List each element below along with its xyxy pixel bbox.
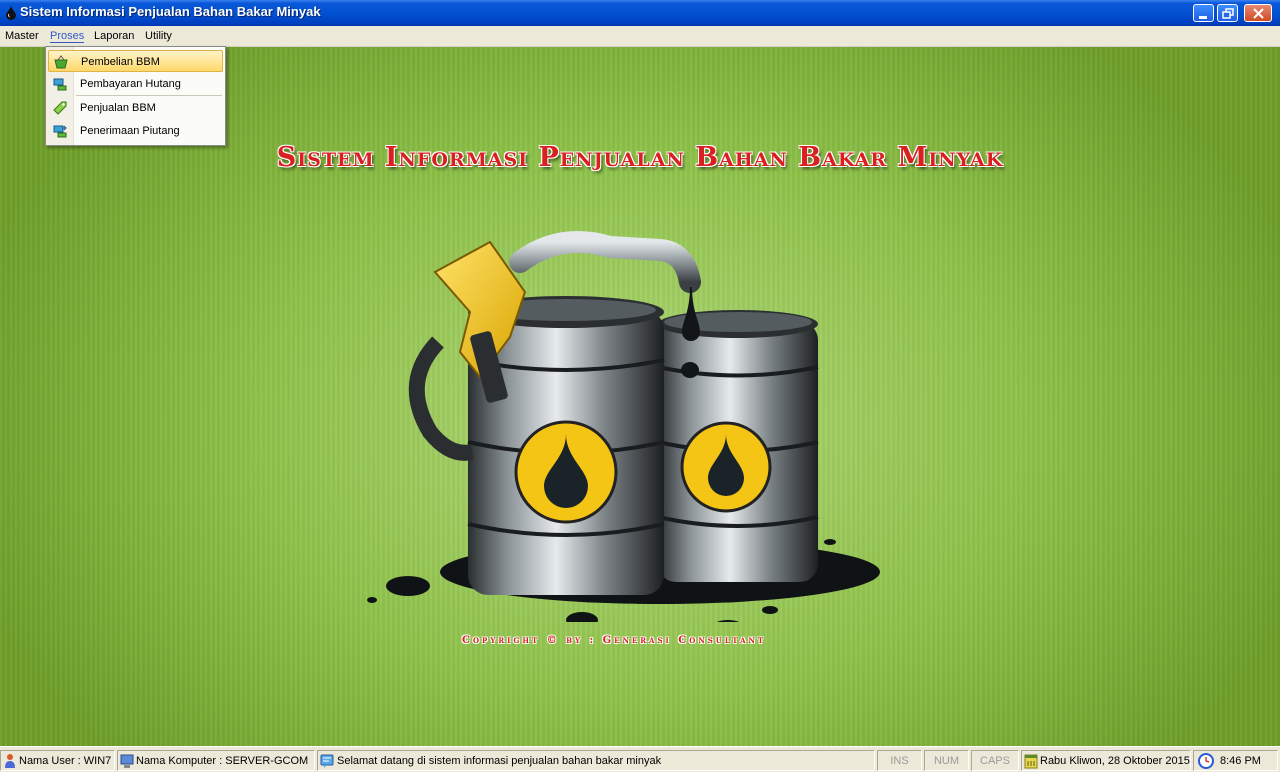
close-button[interactable]: [1244, 4, 1272, 22]
status-computer-panel: Nama Komputer : SERVER-GCOM: [117, 750, 315, 771]
status-caps-indicator: CAPS: [980, 755, 1010, 767]
menu-laporan[interactable]: Laporan: [94, 30, 134, 42]
clock-icon: [1198, 753, 1214, 769]
status-ins-indicator: INS: [890, 755, 909, 767]
menu-separator: [76, 95, 222, 96]
copyright-text: Copyright © by : Generasi Consultant: [462, 635, 767, 646]
window-title: Sistem Informasi Penjualan Bahan Bakar M…: [20, 4, 321, 19]
menu-item-label: Pembelian BBM: [81, 56, 160, 68]
title-bar[interactable]: Sistem Informasi Penjualan Bahan Bakar M…: [0, 0, 1280, 26]
proses-dropdown-menu: Pembelian BBM Pembayaran Hutang Penjuala…: [45, 46, 226, 146]
status-num-indicator: NUM: [933, 755, 960, 767]
tag-icon: [53, 101, 67, 115]
menu-utility[interactable]: Utility: [145, 30, 172, 42]
menu-item-penerimaan-piutang[interactable]: Penerimaan Piutang: [48, 120, 223, 142]
menu-item-label: Penjualan BBM: [80, 102, 156, 114]
menu-proses[interactable]: Proses: [50, 30, 85, 43]
receive-icon: [53, 125, 67, 138]
close-icon: [1253, 8, 1264, 19]
status-date-text: Rabu Kliwon, 28 Oktober 2015: [1040, 755, 1190, 767]
status-num-panel: NUM: [924, 750, 969, 771]
status-date-panel: Rabu Kliwon, 28 Oktober 2015: [1021, 750, 1191, 771]
menu-item-penjualan-bbm[interactable]: Penjualan BBM: [48, 97, 223, 119]
status-bar: Nama User : WIN7 Nama Komputer : SERVER-…: [0, 746, 1280, 772]
menu-master[interactable]: Master: [5, 30, 39, 42]
calendar-icon: [1024, 754, 1038, 769]
restore-button[interactable]: [1217, 4, 1238, 22]
basket-icon: [54, 55, 68, 69]
status-message-panel: Selamat datang di sistem informasi penju…: [317, 750, 875, 771]
message-icon: [320, 754, 334, 768]
status-time-text: 8:46 PM: [1220, 755, 1261, 767]
status-user-text: Nama User : WIN7: [19, 755, 112, 767]
user-icon: [5, 754, 15, 768]
menu-item-label: Penerimaan Piutang: [80, 125, 180, 137]
minimize-button[interactable]: [1193, 4, 1214, 22]
computer-icon: [120, 754, 134, 768]
restore-icon: [1222, 8, 1234, 19]
status-message-text: Selamat datang di sistem informasi penju…: [337, 755, 662, 767]
status-time-panel: 8:46 PM: [1193, 750, 1278, 771]
menu-item-pembelian-bbm[interactable]: Pembelian BBM: [48, 50, 223, 72]
menu-bar: Master Proses Laporan Utility: [0, 26, 1280, 47]
app-window: Sistem Informasi Penjualan Bahan Bakar M…: [0, 0, 1280, 772]
status-user-panel: Nama User : WIN7: [0, 750, 115, 771]
main-area: Sistem Informasi Penjualan Bahan Bakar M…: [0, 47, 1280, 746]
minimize-icon: [1199, 16, 1207, 19]
payment-icon: [53, 78, 67, 91]
status-caps-panel: CAPS: [971, 750, 1019, 771]
menu-item-pembayaran-hutang[interactable]: Pembayaran Hutang: [48, 73, 223, 95]
status-ins-panel: INS: [877, 750, 922, 771]
menu-item-label: Pembayaran Hutang: [80, 78, 181, 90]
main-heading: Sistem Informasi Penjualan Bahan Bakar M…: [276, 142, 1004, 173]
oil-barrels-illustration: [367, 231, 880, 622]
status-computer-text: Nama Komputer : SERVER-GCOM: [136, 755, 309, 767]
oil-drop-icon: [6, 5, 16, 20]
